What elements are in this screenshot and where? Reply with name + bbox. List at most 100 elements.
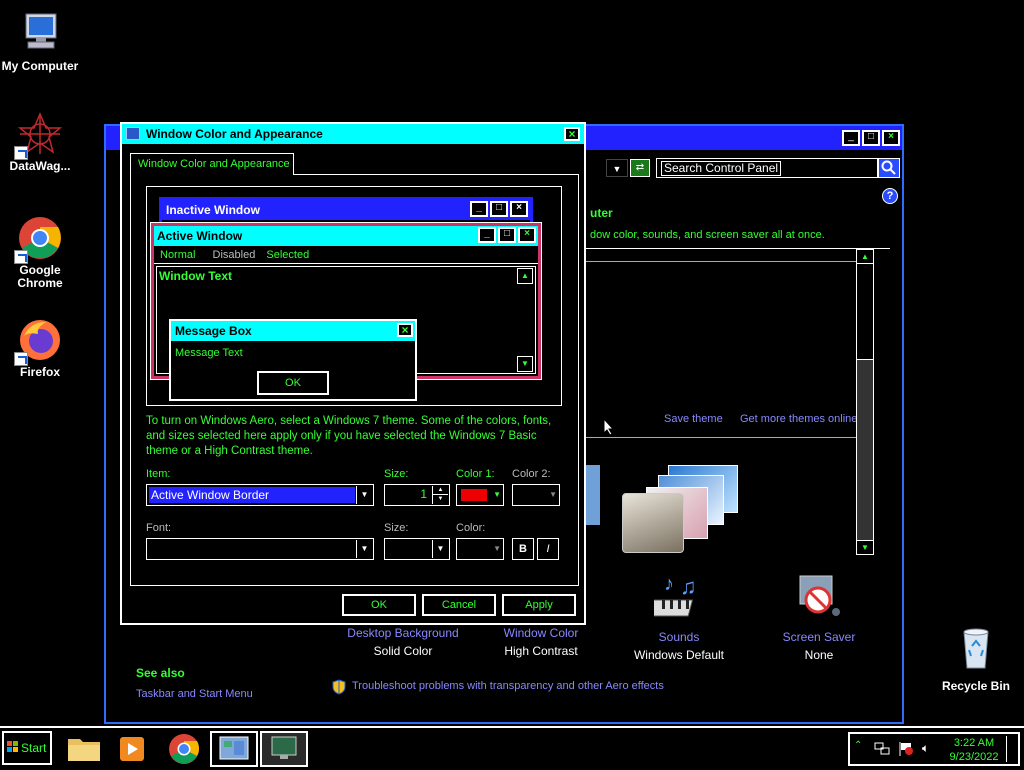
shortcut-arrow-icon <box>14 146 28 160</box>
menu-normal[interactable]: Normal <box>160 249 195 261</box>
dialog-title-bar[interactable]: Window Color and Appearance × <box>122 124 584 144</box>
desktop-icon-chrome[interactable]: Google Chrome <box>0 214 80 290</box>
menu-selected[interactable]: Selected <box>266 249 309 261</box>
menu-disabled[interactable]: Disabled <box>213 249 256 261</box>
action-center-flag-icon[interactable] <box>898 742 914 756</box>
size-stepper[interactable]: 1 ▲ ▼ <box>384 484 450 506</box>
preview-message-box[interactable]: Message Box × Message Text OK <box>169 319 417 401</box>
color1-swatch <box>461 489 487 501</box>
scroll-thumb[interactable] <box>857 264 873 360</box>
search-button[interactable] <box>878 158 900 178</box>
save-theme-link[interactable]: Save theme <box>664 413 723 425</box>
message-box-ok-button[interactable]: OK <box>257 371 329 395</box>
search-icon <box>881 160 896 175</box>
clock[interactable]: 3:22 AM 9/23/2022 <box>944 736 1004 764</box>
taskbar-chrome[interactable] <box>164 731 204 767</box>
tile-sounds[interactable]: ♪ ♫ Sounds Windows Default <box>620 572 738 662</box>
taskbar-control-panel[interactable] <box>210 731 258 767</box>
chevron-down-icon[interactable]: ▼ <box>493 487 501 503</box>
desktop-icon-datawag[interactable]: DataWag... <box>0 110 80 173</box>
chevron-down-icon[interactable]: ▼ <box>356 486 372 504</box>
troubleshoot-link[interactable]: Troubleshoot problems with transparency … <box>352 680 664 692</box>
taskbar-start-menu-link[interactable]: Taskbar and Start Menu <box>136 688 253 700</box>
taskbar-media-player[interactable] <box>112 731 152 767</box>
chrome-icon <box>14 214 64 264</box>
window-color-dialog[interactable]: Window Color and Appearance × Window Col… <box>120 122 586 625</box>
font-size-label: Size: <box>384 522 409 534</box>
desktop-icon-my-computer[interactable]: My Computer <box>0 10 80 73</box>
ok-button[interactable]: OK <box>342 594 416 616</box>
message-box-title-bar[interactable]: Message Box × <box>171 321 415 341</box>
bold-button[interactable]: B <box>512 538 534 560</box>
tile-window-color[interactable]: Window Color High Contrast <box>482 626 600 658</box>
apply-button[interactable]: Apply <box>502 594 576 616</box>
address-dropdown-arrow[interactable]: ▼ <box>606 159 628 177</box>
theme-list[interactable]: Save theme Get more themes online ▲ ▼ <box>586 248 890 555</box>
chevron-down-icon[interactable]: ▼ <box>356 540 372 558</box>
chevron-down-icon[interactable]: ▼ <box>549 487 557 503</box>
chevron-down-icon[interactable]: ▼ <box>432 540 448 558</box>
close-button[interactable]: × <box>564 127 580 141</box>
active-title-bar[interactable]: Active Window _ □ × <box>154 226 538 246</box>
scroll-down-button[interactable]: ▼ <box>517 356 533 372</box>
cancel-button[interactable]: Cancel <box>422 594 496 616</box>
tab-label: Window Color and Appearance <box>138 158 290 170</box>
taskbar-display-settings[interactable] <box>260 731 308 767</box>
tile-value: None <box>804 648 834 662</box>
italic-button[interactable]: I <box>537 538 559 560</box>
theme-list-scrollbar[interactable]: ▲ ▼ <box>856 249 874 555</box>
folder-icon <box>68 739 100 761</box>
color1-label: Color 1: <box>456 468 495 480</box>
maximize-button[interactable]: □ <box>862 130 880 146</box>
stepper-down-icon[interactable]: ▼ <box>432 495 448 504</box>
desktop-icon-firefox[interactable]: Firefox <box>0 316 80 379</box>
color2-picker[interactable]: ▼ <box>512 484 560 506</box>
search-input[interactable]: Search Control Panel <box>661 161 782 176</box>
show-hidden-icons-button[interactable]: ⌃ <box>854 740 862 751</box>
theme-thumbnail[interactable] <box>586 465 600 525</box>
inactive-title-bar[interactable]: Inactive Window _ □ × <box>162 200 530 220</box>
separator <box>586 261 862 262</box>
font-color-picker[interactable]: ▼ <box>456 538 504 560</box>
network-icon[interactable] <box>874 742 890 756</box>
more-themes-link[interactable]: Get more themes online <box>740 413 857 425</box>
clock-date: 9/23/2022 <box>949 751 999 763</box>
tile-desktop-background[interactable]: Desktop Background Solid Color <box>344 626 462 658</box>
help-icon[interactable]: ? <box>882 188 898 204</box>
font-size-select[interactable]: ▼ <box>384 538 450 560</box>
search-box[interactable]: Search Control Panel <box>656 158 878 178</box>
theme-thumbnail-stack[interactable] <box>620 463 740 559</box>
font-select[interactable]: ▼ <box>146 538 374 560</box>
stepper-up-icon[interactable]: ▲ <box>432 486 448 495</box>
tile-screen-saver[interactable]: Screen Saver None <box>760 572 878 662</box>
taskbar-explorer[interactable] <box>64 731 104 767</box>
color1-picker[interactable]: ▼ <box>456 484 504 506</box>
scroll-up-button[interactable]: ▲ <box>857 250 873 264</box>
media-player-icon <box>120 737 144 761</box>
appearance-preview[interactable]: Inactive Window _ □ × Active Window _ □ … <box>146 186 562 406</box>
show-desktop-button[interactable] <box>1006 736 1016 762</box>
tile-value: Windows Default <box>633 648 725 662</box>
scroll-up-button[interactable]: ▲ <box>517 268 533 284</box>
chevron-down-icon[interactable]: ▼ <box>493 541 501 557</box>
refresh-button[interactable]: ⇄ <box>630 159 650 177</box>
mouse-cursor-icon <box>603 417 615 439</box>
shortcut-arrow-icon <box>14 352 28 366</box>
see-also-heading: See also <box>136 666 185 680</box>
tile-label: Desktop Background <box>347 626 459 640</box>
start-button[interactable]: Start <box>2 731 52 765</box>
scroll-down-button[interactable]: ▼ <box>857 540 873 554</box>
desktop-icon-recycle-bin[interactable]: Recycle Bin <box>936 624 1016 693</box>
page-heading-partial: uter <box>590 206 613 220</box>
volume-icon[interactable]: 🔈︎ <box>922 741 929 756</box>
item-select[interactable]: Active Window Border ▼ <box>146 484 374 506</box>
desktop-icon-label: DataWag... <box>9 159 71 173</box>
font-label: Font: <box>146 522 172 534</box>
tab-window-color[interactable]: Window Color and Appearance <box>130 153 294 175</box>
size-value[interactable]: 1 <box>420 487 427 501</box>
minimize-button[interactable]: _ <box>842 130 860 146</box>
sounds-icon: ♪ ♫ <box>645 572 704 622</box>
close-button[interactable]: × <box>882 130 900 146</box>
minimize-button: _ <box>470 201 488 217</box>
preview-menu-bar[interactable]: Normal Disabled Selected <box>154 246 538 264</box>
